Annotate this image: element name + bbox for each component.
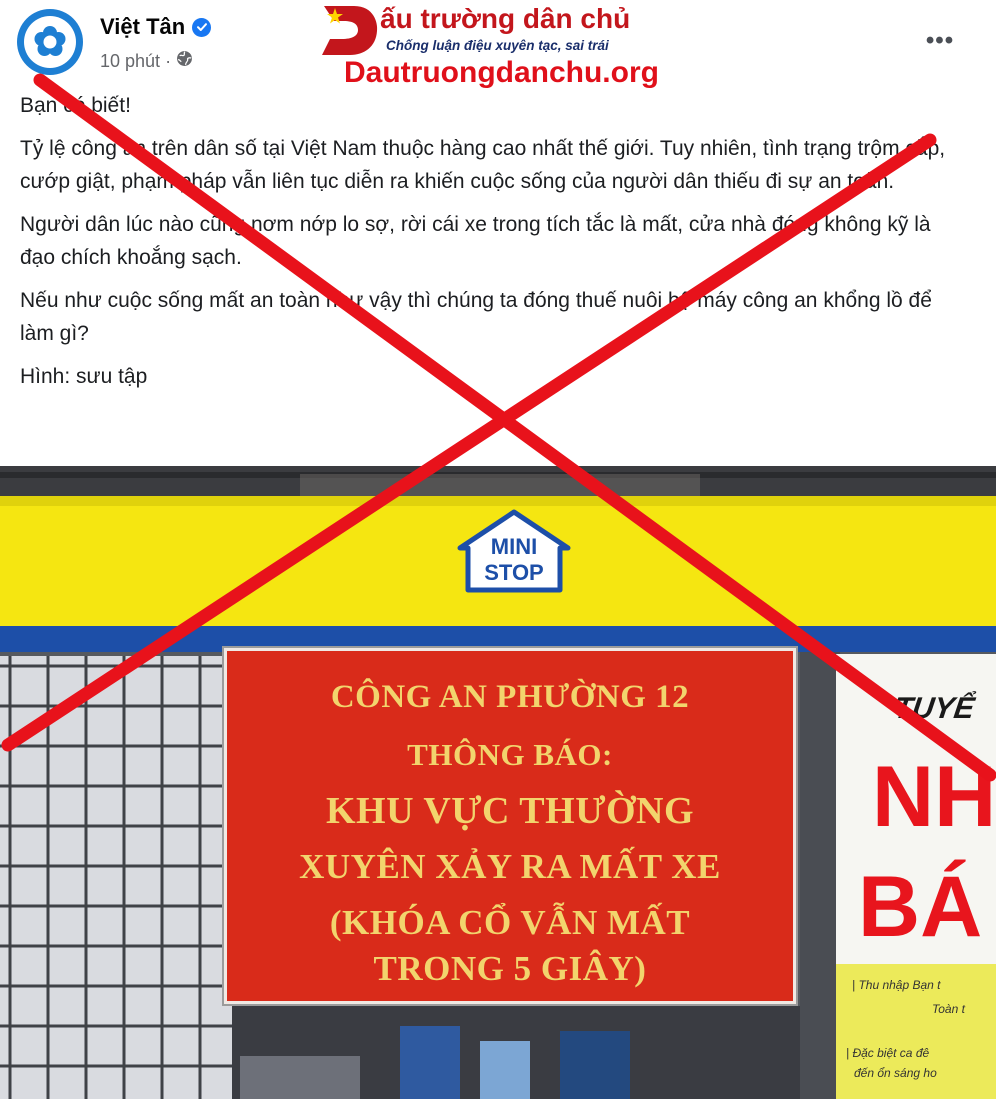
watermark-d-emblem <box>322 6 378 55</box>
poster-big-text: BÁ <box>858 859 983 955</box>
page-avatar[interactable] <box>17 9 83 75</box>
post-photo[interactable]: MINI STOP CÔNG AN PHƯỜNG 12 THÔNG BÁO: K… <box>0 466 996 1099</box>
poster-yellow-panel: | Thu nhập Bạn t Toàn t | Đặc biệt ca đê… <box>836 964 996 1099</box>
post-paragraph: Hình: sưu tập <box>20 365 148 388</box>
poster-small-text: đến ổn sáng ho <box>854 1066 937 1080</box>
post-paragraph: Người dân lúc nào cũng nơm nớp lo sợ, rờ… <box>20 213 931 269</box>
watermark-subtitle: Chống luận điệu xuyên tạc, sai trái <box>386 38 609 53</box>
notice-line: (KHÓA CỔ VẪN MẤT <box>329 903 691 942</box>
flower-logo-icon <box>24 16 76 68</box>
notice-line: KHU VỰC THƯỜNG <box>325 790 695 832</box>
police-notice-sign: CÔNG AN PHƯỜNG 12 THÔNG BÁO: KHU VỰC THƯ… <box>224 648 796 1004</box>
meta-separator: · <box>165 50 172 71</box>
poster-small-text: | Thu nhập Bạn t <box>852 978 941 992</box>
page-name-row: Việt Tân <box>100 14 212 40</box>
post-paragraph: Tỷ lệ công an trên dân số tại Việt Nam t… <box>20 137 946 193</box>
watermark-url: Dautruongdanchu.org <box>344 56 659 89</box>
ministop-logo-line2: STOP <box>484 560 544 585</box>
ministop-logo-line1: MINI <box>491 534 537 559</box>
poster-small-text: Toàn t <box>932 1002 965 1016</box>
post-body: Bạn có biết! Tỷ lệ công an trên dân số t… <box>20 89 970 403</box>
recruitment-poster: TUYỂ NH BÁ | Thu nhập Bạn t Toàn t | Đặc… <box>836 654 996 1099</box>
more-options-icon[interactable]: ••• <box>918 26 962 56</box>
ministop-logo-icon: MINI STOP <box>457 509 571 593</box>
globe-icon[interactable] <box>176 50 193 72</box>
post-paragraph: Bạn có biết! <box>20 94 131 117</box>
notice-line: XUYÊN XẢY RA MẤT XE <box>299 847 721 886</box>
watermark-logo: ấu trường dân chủ Chống luận điệu xuyên … <box>320 2 704 58</box>
post-paragraph: Nếu như cuộc sống mất an toàn như vậy th… <box>20 289 932 345</box>
verified-badge-icon <box>192 17 212 37</box>
post-timestamp[interactable]: 10 phút <box>100 51 160 72</box>
post-meta: 10 phút · <box>100 50 193 72</box>
notice-line: TRONG 5 GIÂY) <box>373 949 647 988</box>
notice-line: THÔNG BÁO: <box>407 737 613 772</box>
poster-big-text: NH <box>872 749 996 845</box>
poster-heading: TUYỂ <box>891 692 977 725</box>
watermark-title: ấu trường dân chủ <box>380 3 631 34</box>
notice-line: CÔNG AN PHƯỜNG 12 <box>330 679 690 715</box>
page-name[interactable]: Việt Tân <box>100 14 185 40</box>
poster-small-text: | Đặc biệt ca đê <box>846 1046 930 1060</box>
